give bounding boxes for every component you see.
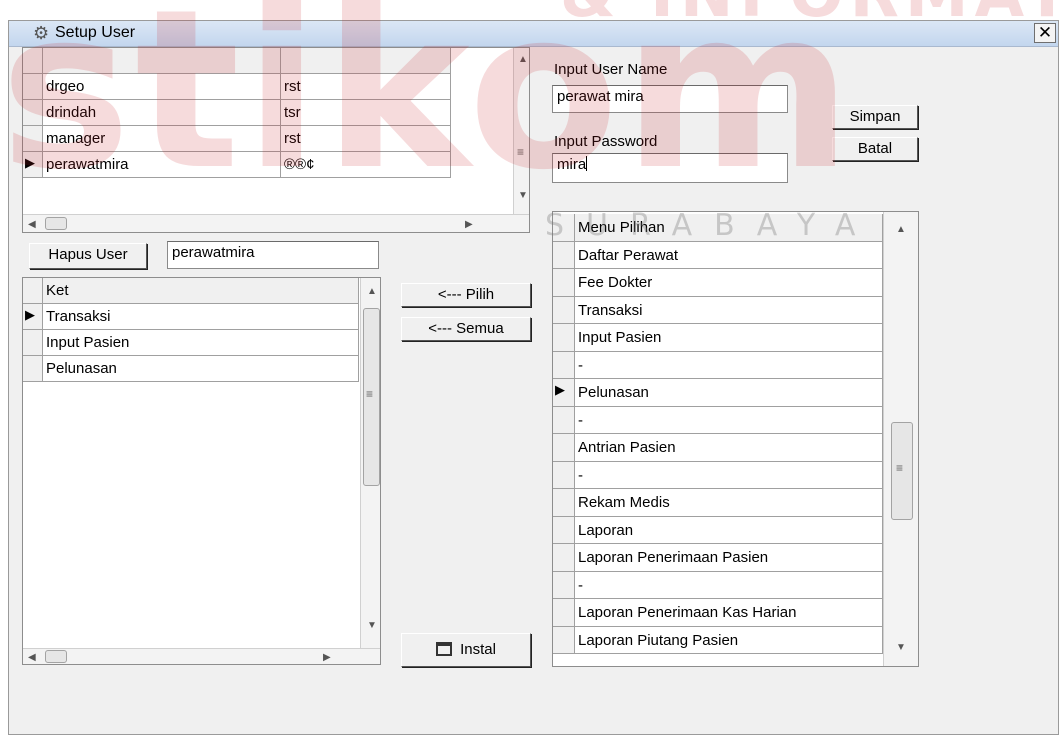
access-grid-row[interactable]: Input Pasien: [43, 330, 359, 356]
menu-grid-row-indicator[interactable]: [553, 571, 575, 599]
row-pointer-icon: ▶: [555, 382, 565, 397]
menu-grid-row-indicator[interactable]: [553, 269, 575, 297]
menu-grid-row[interactable]: Antrian Pasien: [575, 434, 883, 462]
menu-grid-row[interactable]: Rekam Medis: [575, 489, 883, 517]
user-grid-row-indicator[interactable]: [23, 74, 43, 100]
menu-grid-row-indicator[interactable]: [553, 544, 575, 572]
menu-grid-row-indicator[interactable]: ▶: [553, 379, 575, 407]
menu-grid-row[interactable]: Pelunasan: [575, 379, 883, 407]
user-grid-corner: [23, 48, 43, 74]
user-grid-vscroll[interactable]: ▲ ≡ ▼: [513, 48, 529, 214]
menu-grid-row[interactable]: Transaksi: [575, 296, 883, 324]
menu-grid-row-indicator[interactable]: [553, 461, 575, 489]
access-grid-row-indicator[interactable]: [23, 356, 43, 382]
access-grid-row[interactable]: Transaksi: [43, 304, 359, 330]
user-grid-row-indicator[interactable]: [23, 126, 43, 152]
user-grid-header-passwd: [281, 48, 451, 74]
menu-grid-row[interactable]: Laporan Penerimaan Pasien: [575, 544, 883, 572]
user-grid-row-indicator[interactable]: [23, 100, 43, 126]
pick-button[interactable]: <--- Pilih: [401, 283, 531, 307]
setup-user-window: ⚙ Setup User ✕ drgeo rst drindah tsr manager…: [8, 20, 1059, 735]
save-button[interactable]: Simpan: [832, 105, 918, 129]
select-all-button[interactable]: <--- Semua: [401, 317, 531, 341]
menu-grid-vscroll[interactable]: ▲ ≡ ▼: [883, 212, 918, 666]
menu-grid-row[interactable]: Input Pasien: [575, 324, 883, 352]
menu-grid-header: Menu Pilihan: [575, 214, 883, 242]
menu-grid-row-indicator[interactable]: [553, 626, 575, 654]
menu-grid-row[interactable]: Laporan: [575, 516, 883, 544]
menu-grid-row[interactable]: Daftar Perawat: [575, 241, 883, 269]
user-grid-hscroll-thumb[interactable]: [45, 217, 67, 230]
install-label: Instal: [460, 641, 496, 658]
menu-grid-row[interactable]: Laporan Penerimaan Kas Harian: [575, 599, 883, 627]
menu-grid[interactable]: Menu Pilihan Daftar Perawat Fee Dokter Tran…: [552, 211, 919, 667]
menu-grid-row[interactable]: -: [575, 351, 883, 379]
password-value: mira: [557, 156, 587, 173]
user-grid-cell-user[interactable]: drgeo: [43, 74, 281, 100]
access-grid-corner: [23, 278, 43, 304]
access-grid-header-ket: Ket: [43, 278, 359, 304]
access-grid-hscroll-thumb[interactable]: [45, 650, 67, 663]
row-pointer-icon: ▶: [25, 155, 35, 170]
password-field[interactable]: mira: [552, 153, 788, 183]
menu-grid-row-indicator[interactable]: [553, 241, 575, 269]
cancel-button[interactable]: Batal: [832, 137, 918, 161]
user-grid[interactable]: drgeo rst drindah tsr manager rst ▶ perawatmira…: [22, 47, 530, 233]
menu-grid-row[interactable]: -: [575, 406, 883, 434]
menu-grid-row-indicator[interactable]: [553, 599, 575, 627]
row-pointer-icon: ▶: [25, 307, 35, 322]
menu-grid-row-indicator[interactable]: [553, 434, 575, 462]
menu-grid-row-indicator[interactable]: [553, 406, 575, 434]
close-button[interactable]: ✕: [1034, 23, 1056, 43]
user-grid-cell-user[interactable]: perawatmira: [43, 152, 281, 178]
menu-grid-row[interactable]: Fee Dokter: [575, 269, 883, 297]
username-label: Input User Name: [554, 61, 668, 78]
user-grid-cell-passwd[interactable]: ®®¢: [281, 152, 451, 178]
menu-grid-row[interactable]: Laporan Piutang Pasien: [575, 626, 883, 654]
menu-grid-row[interactable]: -: [575, 571, 883, 599]
menu-grid-row-indicator[interactable]: [553, 351, 575, 379]
user-grid-cell-passwd[interactable]: rst: [281, 74, 451, 100]
user-grid-cell-user[interactable]: manager: [43, 126, 281, 152]
user-grid-header-user: [43, 48, 281, 74]
menu-grid-row-indicator[interactable]: [553, 516, 575, 544]
menu-grid-row-indicator[interactable]: [553, 324, 575, 352]
menu-grid-row-indicator[interactable]: [553, 296, 575, 324]
access-grid-vscroll[interactable]: ▲ ≡ ▼: [360, 278, 380, 648]
user-grid-cell-passwd[interactable]: tsr: [281, 100, 451, 126]
access-grid-row-indicator[interactable]: ▶: [23, 304, 43, 330]
delete-user-button[interactable]: Hapus User: [29, 243, 147, 269]
delete-user-field[interactable]: perawatmira: [167, 241, 379, 269]
install-icon: [436, 642, 453, 656]
gear-icon: ⚙: [33, 23, 50, 43]
access-grid-hscroll[interactable]: ◀ ▶: [23, 648, 380, 664]
username-field[interactable]: perawat mira: [552, 85, 788, 113]
access-grid-row[interactable]: Pelunasan: [43, 356, 359, 382]
install-button[interactable]: Instal: [401, 633, 531, 667]
window-title: Setup User: [55, 24, 136, 41]
user-grid-row-indicator[interactable]: ▶: [23, 152, 43, 178]
access-grid[interactable]: Ket ▶ Transaksi Input Pasien Pelunasan ▲ ≡ ▼…: [22, 277, 381, 665]
user-grid-hscroll[interactable]: ◀ ▶: [23, 214, 529, 232]
menu-grid-corner: [553, 214, 575, 242]
password-label: Input Password: [554, 133, 658, 150]
menu-grid-row[interactable]: -: [575, 461, 883, 489]
menu-grid-row-indicator[interactable]: [553, 489, 575, 517]
access-grid-row-indicator[interactable]: [23, 330, 43, 356]
user-grid-cell-passwd[interactable]: rst: [281, 126, 451, 152]
title-bar[interactable]: ⚙ Setup User ✕: [9, 21, 1058, 47]
user-grid-cell-user[interactable]: drindah: [43, 100, 281, 126]
